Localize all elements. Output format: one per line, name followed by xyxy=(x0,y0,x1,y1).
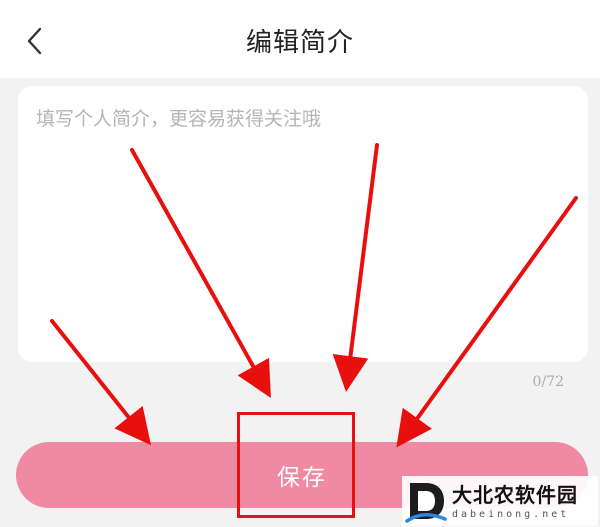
bio-input[interactable] xyxy=(18,86,588,362)
page-title: 编辑简介 xyxy=(245,28,354,58)
watermark-domain: dabeinong.net xyxy=(452,509,570,520)
save-button[interactable]: 保存 xyxy=(16,442,588,508)
top-bar: 编辑简介 xyxy=(0,0,600,78)
character-counter: 0/72 xyxy=(532,374,564,390)
bio-card xyxy=(18,86,588,362)
